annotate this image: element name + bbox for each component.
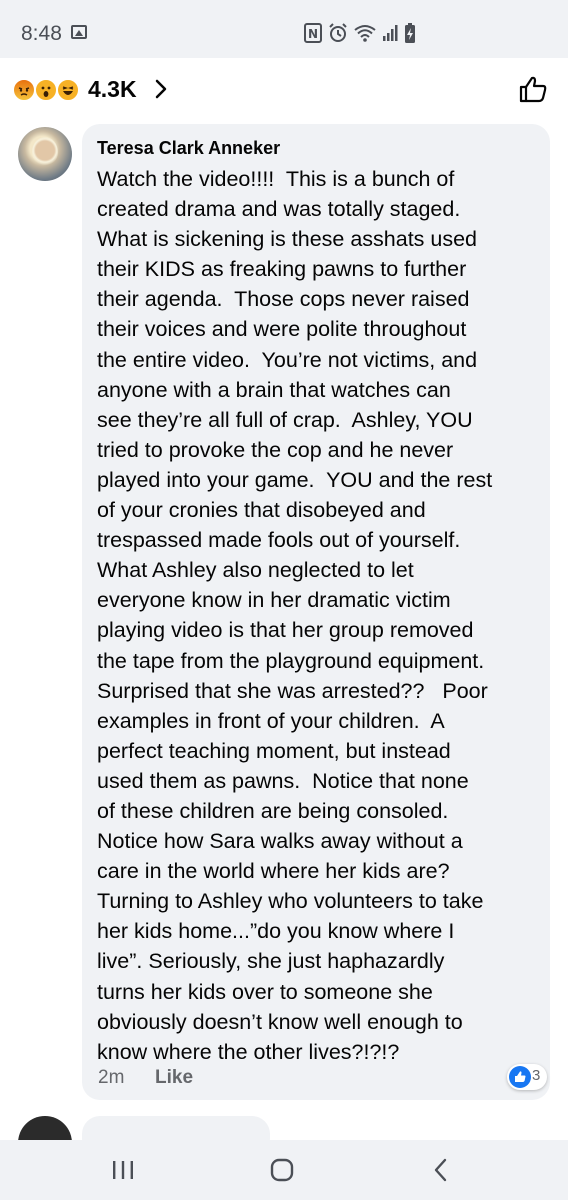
reaction-count: 4.3K — [88, 76, 137, 102]
comment-text: Watch the video!!!! This is a bunch of cr… — [97, 164, 534, 1067]
comment-line: her kids home...”do you know where I — [97, 919, 455, 944]
avatar[interactable] — [18, 127, 72, 181]
haha-emoji — [56, 78, 80, 102]
reactions-summary[interactable]: 4.3K — [0, 58, 568, 122]
comment-line: their KIDS as freaking pawns to further — [97, 257, 467, 282]
comment-line: playing video is that her group removed — [97, 618, 474, 643]
comment-line: care in the world where her kids are? — [97, 859, 450, 884]
comment-bubble[interactable]: Teresa Clark Anneker Watch the video!!!!… — [82, 124, 550, 1100]
comment-line: What Ashley also neglected to let — [97, 558, 414, 583]
like-reaction-icon — [509, 1066, 531, 1088]
comment-line: examples in front of your children. A — [97, 708, 445, 733]
alarm-icon — [329, 23, 347, 42]
comment-reactions-pill[interactable]: 3 — [507, 1064, 547, 1090]
svg-text:N: N — [308, 27, 318, 41]
comment-line: know where the other lives?!?!? — [97, 1039, 400, 1064]
comment-line: see they’re all full of crap. Ashley, YO… — [97, 407, 473, 432]
comment-line: anyone with a brain that watches can — [97, 377, 451, 402]
comment-line: obviously doesn’t know well enough to — [97, 1009, 463, 1034]
wow-emoji — [34, 78, 58, 102]
comment-author[interactable]: Teresa Clark Anneker — [97, 136, 534, 160]
comment-line: of these children are being consoled. — [97, 798, 449, 823]
comment-line: trespassed made fools out of yourself. — [97, 528, 461, 553]
back-icon[interactable] — [430, 1157, 452, 1183]
comment-reaction-count: 3 — [532, 1067, 541, 1084]
nfc-icon: N — [304, 23, 322, 43]
next-comment-avatar[interactable] — [18, 1116, 72, 1140]
comment-line: What is sickening is these asshats used — [97, 227, 478, 252]
comment-line: of your cronies that disobeyed and — [97, 498, 426, 523]
comment-line: tried to provoke the cop and he never — [97, 437, 454, 462]
comment-line: turns her kids over to someone she — [97, 979, 433, 1004]
next-comment-bubble[interactable] — [82, 1116, 270, 1140]
comment-line: perfect teaching moment, but instead — [97, 738, 451, 763]
comments-sheet: 4.3K Teresa Clark Anneker Watch the vide… — [0, 58, 568, 1140]
battery-charging-icon — [405, 23, 415, 43]
chevron-right-icon[interactable] — [150, 78, 172, 100]
signal-icon — [383, 25, 398, 41]
comment-line: their voices and were polite throughout — [97, 317, 467, 342]
comment-line: Surprised that she was arrested?? Poor — [97, 678, 488, 703]
comment-line: Turning to Ashley who volunteers to take — [97, 889, 484, 914]
like-outline-icon[interactable] — [518, 74, 548, 104]
next-comment-partial — [0, 1116, 568, 1140]
wifi-icon — [354, 25, 376, 42]
comment-line: played into your game. YOU and the rest — [97, 467, 493, 492]
comment-meta: 2m Like 3 — [98, 1064, 548, 1094]
comment-line: everyone know in her dramatic victim — [97, 588, 451, 613]
comment-timestamp: 2m — [98, 1067, 125, 1088]
angry-emoji — [12, 78, 36, 102]
comment-line: Watch the video!!!! This is a bunch of — [97, 167, 455, 191]
comment-line: the tape from the playground equipment. — [97, 648, 485, 673]
home-icon[interactable] — [269, 1157, 295, 1183]
comment-line: used them as pawns. Notice that none — [97, 768, 469, 793]
comment-line: Notice how Sara walks away without a — [97, 829, 463, 854]
comment-line: live”. Seriously, she just haphazardly — [97, 949, 445, 974]
status-icons: N — [304, 20, 416, 46]
comment-line: created drama and was totally staged. — [97, 197, 461, 222]
gallery-icon — [71, 25, 87, 39]
comment-line: their agenda. Those cops never raised — [97, 287, 470, 312]
status-time: 8:48 — [21, 22, 62, 45]
like-button[interactable]: Like — [155, 1067, 193, 1089]
system-nav-bar — [0, 1140, 568, 1200]
reaction-emojis — [12, 78, 86, 102]
recent-apps-icon[interactable] — [111, 1159, 135, 1181]
comment-line: the entire video. You’re not victims, an… — [97, 347, 478, 372]
status-bar: 8:48 N — [0, 0, 568, 58]
